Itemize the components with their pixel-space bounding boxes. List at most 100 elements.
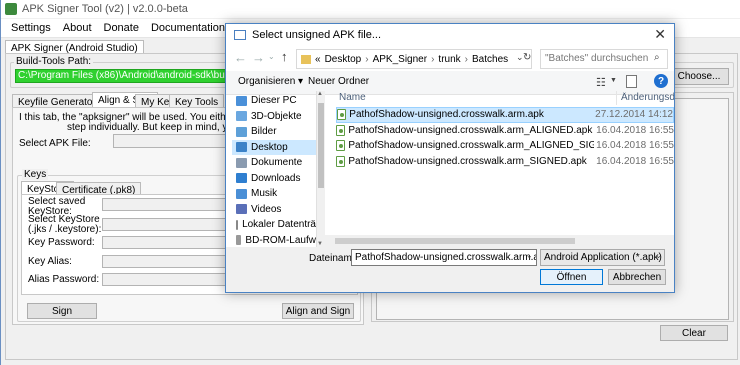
key-alias-field[interactable] — [102, 255, 227, 268]
apk-file-icon — [337, 109, 347, 121]
nav-item[interactable]: 3D-Objekte — [232, 109, 316, 125]
nav-item-label: Musik — [251, 188, 278, 200]
alias-password-label: Alias Password: — [28, 274, 100, 285]
file-dialog: Select unsigned APK file... ✕ ← → ⌄ ↑ « … — [225, 23, 675, 293]
file-row[interactable]: PathofShadow-unsigned.crosswalk.arm.apk 2… — [336, 107, 674, 123]
refresh-icon[interactable]: ↻ — [523, 52, 531, 63]
nav-item[interactable]: Videos — [232, 202, 316, 218]
view-options-icon[interactable]: ☷ — [596, 76, 606, 89]
column-header-date[interactable]: Änderungsdatum — [621, 92, 674, 103]
dialog-icon — [234, 30, 246, 40]
open-button[interactable]: Öffnen — [540, 269, 603, 285]
dialog-title-bar: Select unsigned APK file... — [226, 24, 674, 46]
dialog-toolbar: Organisieren ▾ Neuer Ordner ☷ ▼ ? — [226, 71, 674, 95]
nav-item[interactable]: Dokumente — [232, 155, 316, 171]
nav-item[interactable]: Desktop — [232, 139, 316, 155]
filetype-dropdown[interactable]: Android Application (*.apk) — [540, 249, 665, 266]
nav-item[interactable]: BD-ROM-Laufw — [232, 233, 316, 248]
file-list-hscrollbar[interactable] — [325, 235, 674, 247]
back-arrow-icon[interactable]: ← — [234, 50, 247, 65]
file-row[interactable]: PathofShadow-unsigned.crosswalk.arm_ALIG… — [336, 138, 674, 154]
breadcrumb-apk-signer[interactable]: APK_Signer — [373, 54, 427, 65]
videos-icon — [236, 204, 247, 215]
key-password-field[interactable] — [102, 236, 227, 249]
up-arrow-icon[interactable]: ↑ — [281, 49, 288, 64]
file-date: 16.04.2018 16:55 — [596, 155, 674, 167]
search-icon: ⌕ — [654, 52, 660, 63]
dialog-title: Select unsigned APK file... — [252, 29, 382, 41]
window-title: APK Signer Tool (v2) | v2.0.0-beta — [22, 3, 188, 15]
file-date: 16.04.2018 16:55 — [596, 124, 674, 136]
nav-item-label: 3D-Objekte — [251, 110, 302, 122]
file-name: PathofShadow-unsigned.crosswalk.arm.apk — [349, 109, 544, 121]
file-row[interactable]: PathofShadow-unsigned.crosswalk.arm_SIGN… — [336, 154, 674, 170]
select-keystore-label: Select KeyStore (.jks / .keystore): — [28, 214, 102, 235]
select-apk-field[interactable] — [113, 134, 227, 148]
menu-about[interactable]: About — [63, 22, 92, 34]
nav-item[interactable]: Lokaler Datenträ — [232, 217, 316, 233]
documents-icon — [236, 157, 247, 168]
key-password-label: Key Password: — [28, 237, 95, 248]
sign-button[interactable]: Sign — [27, 303, 97, 319]
choose-button[interactable]: Choose... — [669, 68, 729, 85]
address-bar[interactable]: « Desktop › APK_Signer › trunk › Batches — [296, 49, 532, 69]
nav-item-label: Lokaler Datenträ — [242, 219, 316, 231]
desktop-icon — [236, 142, 247, 153]
nav-item[interactable]: Bilder — [232, 124, 316, 140]
apk-file-icon — [336, 140, 346, 152]
preview-pane-icon[interactable] — [626, 75, 637, 88]
hscrollbar-thumb[interactable] — [335, 238, 575, 244]
alias-password-field[interactable] — [102, 273, 227, 286]
close-icon[interactable]: ✕ — [654, 26, 666, 43]
nav-scrollbar-thumb[interactable] — [318, 103, 324, 188]
select-apk-label: Select APK File: — [19, 138, 91, 149]
chevron-down-icon[interactable]: ⌄ — [655, 251, 662, 260]
organize-button[interactable]: Organisieren ▾ — [238, 76, 303, 87]
forward-arrow-icon[interactable]: → — [252, 50, 265, 65]
breadcrumb-batches[interactable]: Batches — [472, 54, 508, 65]
chevron-down-icon[interactable]: ⌄ — [526, 251, 533, 260]
nav-item[interactable]: Dieser PC — [232, 93, 316, 109]
breadcrumb-separator: › — [431, 53, 435, 65]
align-sign-button[interactable]: Align and Sign — [282, 303, 354, 319]
clear-button[interactable]: Clear — [660, 325, 728, 341]
file-date: 16.04.2018 16:55 — [596, 140, 674, 152]
breadcrumb-overflow[interactable]: « — [315, 54, 321, 65]
apk-file-icon — [336, 155, 346, 167]
cancel-button[interactable]: Abbrechen — [608, 269, 666, 285]
title-bar: APK Signer Tool (v2) | v2.0.0-beta — [1, 0, 740, 18]
menu-settings[interactable]: Settings — [11, 22, 51, 34]
nav-item-label: Downloads — [251, 172, 301, 184]
select-keystore-field[interactable] — [102, 218, 227, 231]
downloads-icon — [236, 173, 247, 184]
breadcrumb-separator: › — [365, 53, 369, 65]
chevron-down-icon[interactable]: ▼ — [610, 77, 617, 84]
apk-file-icon — [336, 124, 346, 136]
menu-documentation[interactable]: Documentation — [151, 22, 225, 34]
new-folder-button[interactable]: Neuer Ordner — [308, 76, 369, 87]
folder-icon — [301, 54, 311, 64]
column-header-name[interactable]: Name — [339, 92, 366, 103]
filename-input[interactable]: PathofShadow-unsigned.crosswalk.arm.apk — [351, 249, 537, 266]
help-icon[interactable]: ? — [654, 74, 668, 88]
navigation-pane: Dieser PC 3D-Objekte Bilder Desktop Dokument… — [232, 93, 316, 247]
breadcrumb-trunk[interactable]: trunk — [438, 54, 460, 65]
breadcrumb-desktop[interactable]: Desktop — [325, 54, 362, 65]
computer-icon — [236, 95, 247, 106]
file-row[interactable]: PathofShadow-unsigned.crosswalk.arm_ALIG… — [336, 123, 674, 139]
menu-donate[interactable]: Donate — [104, 22, 139, 34]
search-input[interactable]: "Batches" durchsuchen — [540, 49, 668, 69]
scroll-up-icon[interactable]: ▲ — [317, 91, 323, 97]
build-tools-path-field[interactable]: C:\Program Files (x86)\Android\android-s… — [15, 69, 227, 83]
saved-keystore-dropdown[interactable] — [102, 198, 227, 211]
nav-scrollbar[interactable]: ▲ ▼ — [316, 91, 325, 247]
nav-item-label: Videos — [251, 203, 282, 215]
nav-item[interactable]: Musik — [232, 186, 316, 202]
pictures-icon — [236, 126, 247, 137]
nav-item[interactable]: Downloads — [232, 171, 316, 187]
file-name: PathofShadow-unsigned.crosswalk.arm_ALIG… — [348, 140, 595, 152]
drive-icon — [236, 219, 239, 230]
nav-item-label: Desktop — [251, 141, 288, 153]
nav-item-label: Dokumente — [251, 157, 303, 169]
chevron-down-icon[interactable]: ⌄ — [268, 52, 275, 61]
